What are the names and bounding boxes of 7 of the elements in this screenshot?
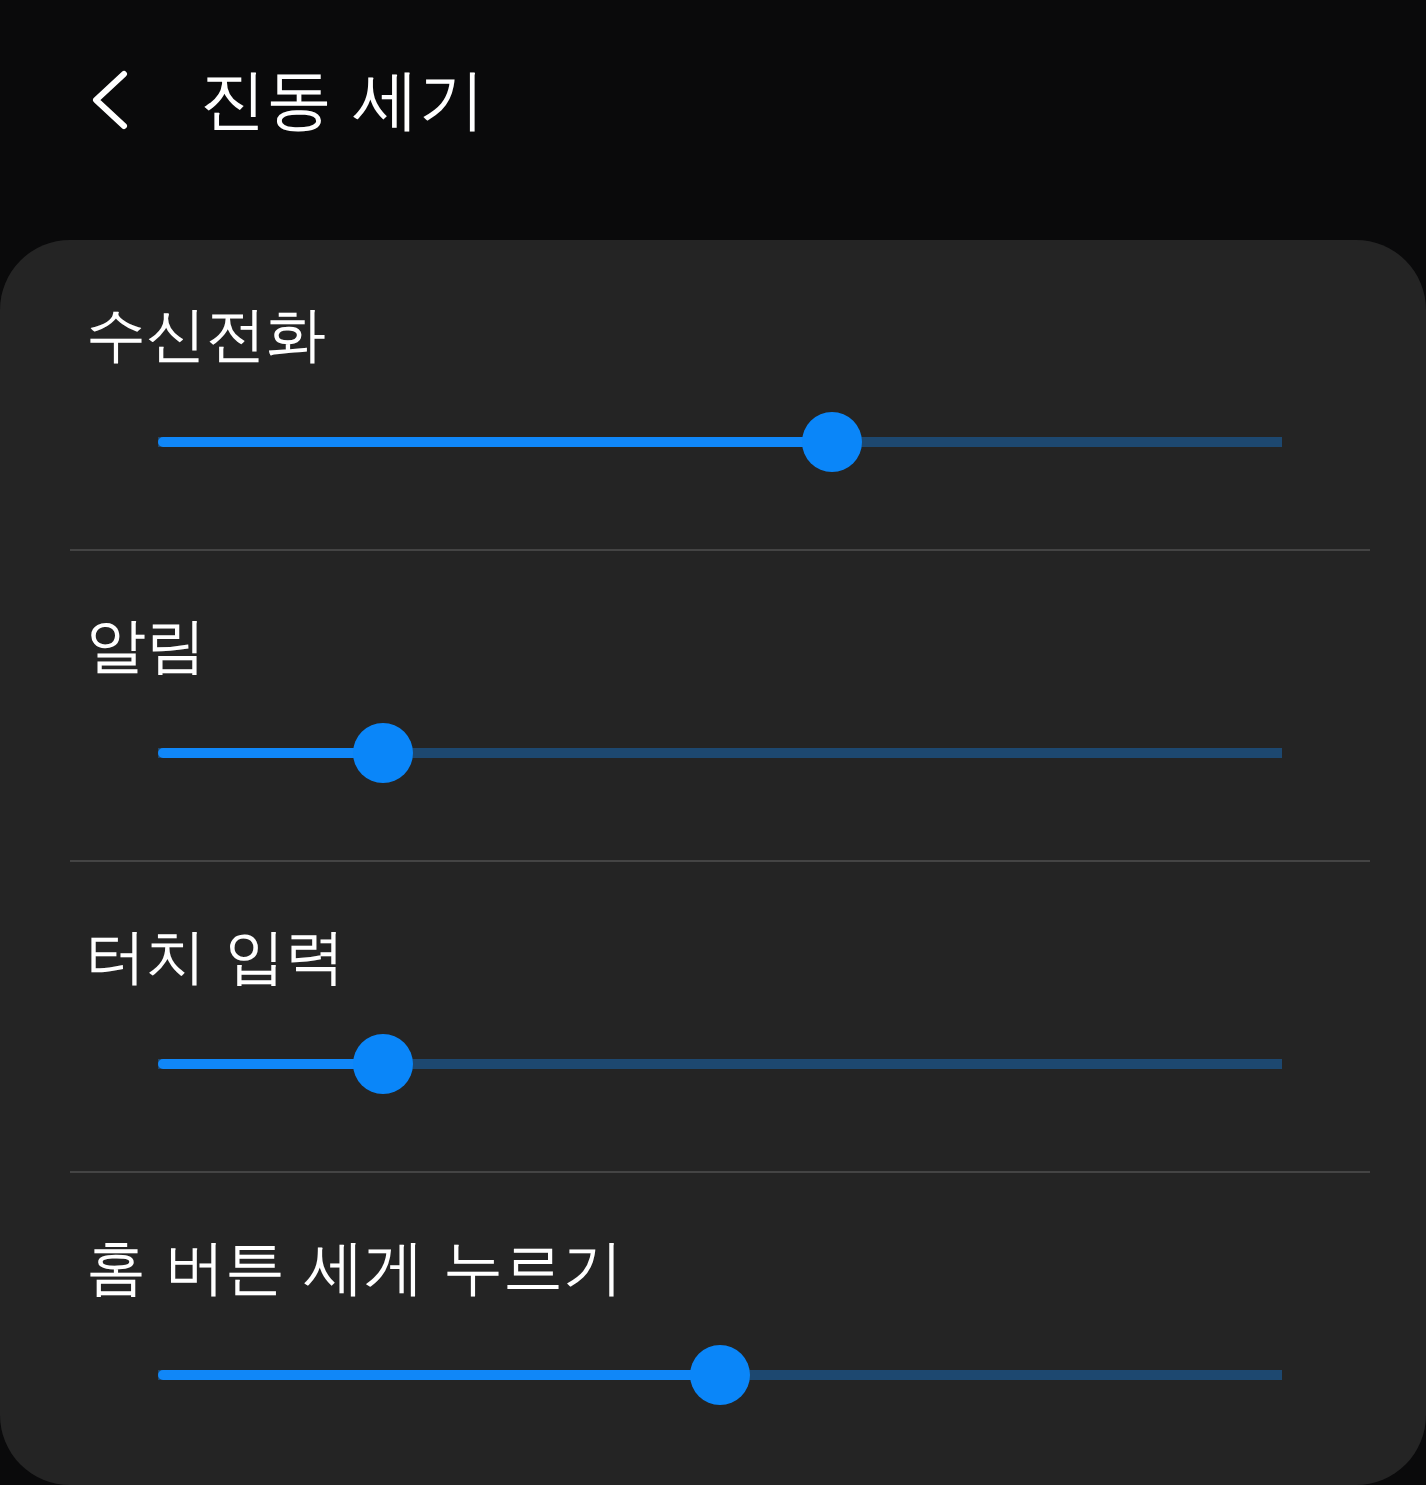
slider-label: 수신전화 bbox=[86, 298, 327, 371]
slider-label: 알림 bbox=[86, 609, 207, 682]
screen-title: 진동 세기 bbox=[200, 60, 485, 140]
back-icon[interactable] bbox=[90, 70, 130, 130]
slider-label: 터치 입력 bbox=[86, 920, 347, 993]
slider-label: 홈 버튼 세게 누르기 bbox=[86, 1231, 625, 1304]
slider-thumb[interactable] bbox=[690, 1345, 750, 1405]
